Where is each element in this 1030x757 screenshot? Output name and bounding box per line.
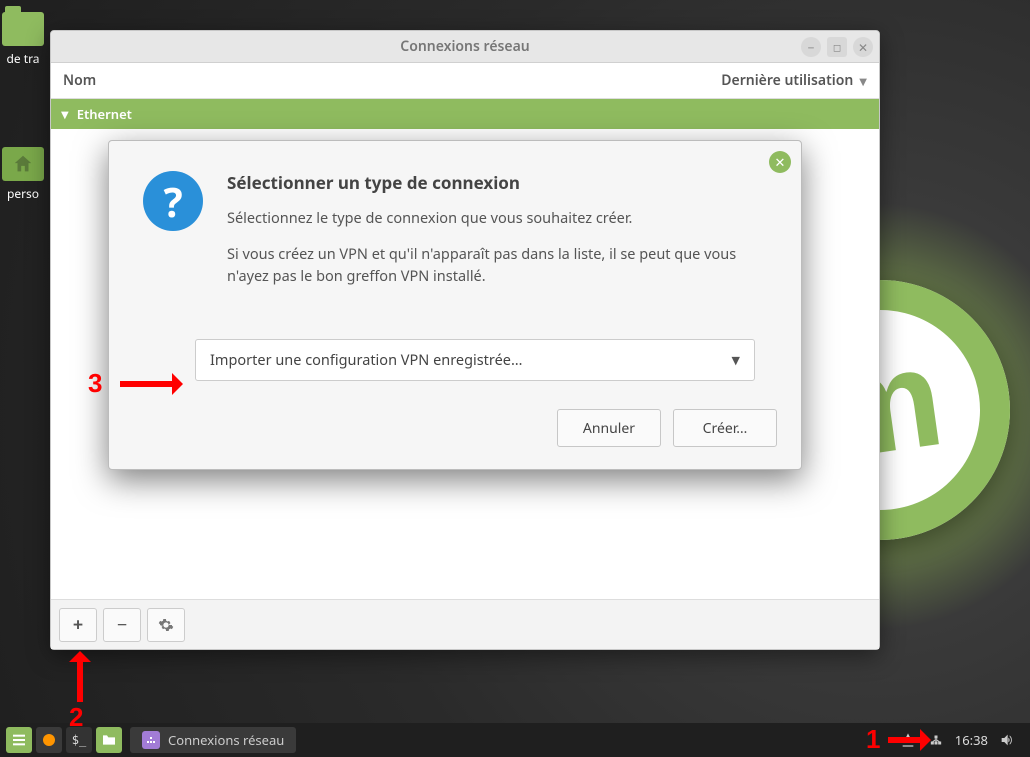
files-launcher[interactable] <box>96 727 122 753</box>
connection-type-dialog: ✕ ? Sélectionner un type de connexion Sé… <box>108 140 802 470</box>
dialog-description-2: Si vous créez un VPN et qu'il n'apparaît… <box>227 244 767 288</box>
dialog-description-1: Sélectionnez le type de connexion que vo… <box>227 208 767 230</box>
add-connection-button[interactable]: + <box>59 608 97 642</box>
question-icon: ? <box>143 171 203 231</box>
taskbar-app-network[interactable]: Connexions réseau <box>130 727 296 753</box>
taskbar: $_ Connexions réseau 16:38 <box>0 723 1030 757</box>
chevron-down-icon: ▼ <box>732 353 740 368</box>
settings-button[interactable] <box>147 608 185 642</box>
dropdown-value: Importer une configuration VPN enregistr… <box>210 350 522 370</box>
folder-icon <box>101 732 117 748</box>
desktop-home[interactable]: perso <box>0 147 46 202</box>
group-label: Ethernet <box>77 105 132 123</box>
window-minimize-button[interactable] <box>801 37 821 57</box>
window-title: Connexions réseau <box>400 37 529 56</box>
desktop-label: perso <box>0 185 46 202</box>
folder-icon <box>2 12 44 46</box>
desktop-label: de tra <box>0 50 46 67</box>
dialog-close-button[interactable]: ✕ <box>769 151 791 173</box>
dialog-heading: Sélectionner un type de connexion <box>227 171 767 194</box>
start-menu-button[interactable] <box>6 727 32 753</box>
column-last-used-label: Dernière utilisation <box>721 71 853 90</box>
firefox-launcher[interactable] <box>36 727 62 753</box>
collapse-icon: ▼ <box>61 107 69 121</box>
remove-connection-button[interactable]: − <box>103 608 141 642</box>
sort-descending-icon: ▼ <box>859 74 867 88</box>
group-ethernet[interactable]: ▼ Ethernet <box>51 99 879 129</box>
tray-network-icon[interactable] <box>927 731 945 749</box>
network-app-icon <box>142 731 160 749</box>
titlebar[interactable]: Connexions réseau <box>51 31 879 63</box>
menu-icon <box>11 732 27 748</box>
taskbar-app-label: Connexions réseau <box>168 731 284 749</box>
desktop-folder-1[interactable]: de tra <box>0 12 46 67</box>
clock[interactable]: 16:38 <box>955 731 988 749</box>
desktop-icons: de tra perso <box>0 12 46 242</box>
gear-icon <box>158 617 174 633</box>
connection-type-dropdown[interactable]: Importer une configuration VPN enregistr… <box>195 339 755 381</box>
list-header: Nom Dernière utilisation ▼ <box>51 63 879 99</box>
cancel-button[interactable]: Annuler <box>557 409 661 447</box>
column-name[interactable]: Nom <box>63 71 721 90</box>
firefox-icon <box>41 732 57 748</box>
tray-updates-icon[interactable] <box>899 731 917 749</box>
window-close-button[interactable] <box>853 37 873 57</box>
bottom-toolbar: + − <box>51 599 879 649</box>
home-icon <box>2 147 44 181</box>
system-tray: 16:38 <box>899 731 1024 749</box>
window-maximize-button[interactable] <box>827 37 847 57</box>
tray-volume-icon[interactable] <box>998 731 1016 749</box>
create-button[interactable]: Créer… <box>673 409 777 447</box>
terminal-launcher[interactable]: $_ <box>66 727 92 753</box>
column-last-used[interactable]: Dernière utilisation ▼ <box>721 71 867 90</box>
